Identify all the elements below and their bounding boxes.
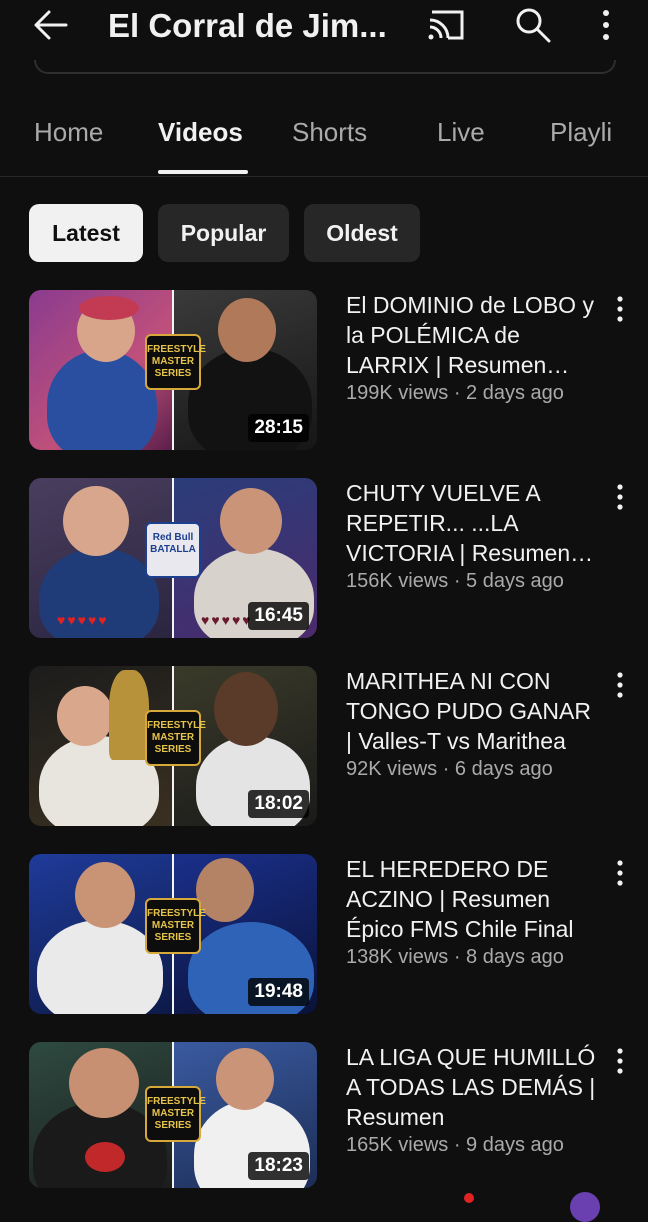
- tab-shorts[interactable]: Shorts: [292, 114, 367, 150]
- bottom-nav-edge: [0, 1188, 648, 1222]
- more-vert-icon[interactable]: [610, 670, 630, 700]
- tab-playlists[interactable]: Playli: [550, 114, 612, 150]
- cast-icon[interactable]: [426, 8, 466, 42]
- video-duration: 19:48: [248, 978, 309, 1006]
- notification-dot: [464, 1193, 474, 1203]
- video-thumbnail[interactable]: FREESTYLE MASTER SERIES 19:48: [29, 854, 317, 1014]
- video-thumbnail[interactable]: FREESTYLE MASTER SERIES 28:15: [29, 290, 317, 450]
- top-app-bar: El Corral de Jim...: [0, 0, 648, 60]
- video-info: 199K views · 2 days ago: [346, 382, 564, 404]
- lives-hearts-left: ♥♥♥♥♥: [57, 612, 109, 628]
- video-info: 138K views · 8 days ago: [346, 946, 564, 968]
- lives-hearts-right: ♥♥♥♥♥: [201, 612, 253, 628]
- fms-logo: FREESTYLE MASTER SERIES: [145, 898, 206, 954]
- video-title[interactable]: El DOMINIO de LOBO y la POLÉMICA de LARR…: [346, 290, 598, 380]
- video-item[interactable]: FREESTYLE MASTER SERIES 18:02 MARITHEA N…: [0, 666, 648, 826]
- more-vert-icon[interactable]: [610, 858, 630, 888]
- video-thumbnail[interactable]: FREESTYLE MASTER SERIES 18:02: [29, 666, 317, 826]
- more-vert-icon[interactable]: [610, 1046, 630, 1076]
- video-meta: CHUTY VUELVE A REPETIR... ...LA VICTORIA…: [346, 478, 598, 594]
- redbull-batalla-logo: Red Bull BATALLA: [145, 522, 201, 578]
- video-duration: 18:02: [248, 790, 309, 818]
- video-title[interactable]: MARITHEA NI CON TONGO PUDO GANAR | Valle…: [346, 666, 598, 756]
- fms-logo: FREESTYLE MASTER SERIES: [145, 710, 206, 766]
- video-title[interactable]: LA LIGA QUE HUMILLÓ A TODAS LAS DEMÁS | …: [346, 1042, 598, 1132]
- video-info: 165K views · 9 days ago: [346, 1134, 564, 1156]
- fms-logo: FREESTYLE MASTER SERIES: [145, 1086, 206, 1142]
- tab-live[interactable]: Live: [437, 114, 485, 150]
- video-thumbnail[interactable]: Red Bull BATALLA ♥♥♥♥♥ ♥♥♥♥♥ 16:45: [29, 478, 317, 638]
- filter-chip-oldest[interactable]: Oldest: [304, 204, 420, 262]
- video-info: 156K views · 5 days ago: [346, 570, 564, 592]
- tab-home[interactable]: Home: [34, 114, 103, 150]
- video-item[interactable]: FREESTYLE MASTER SERIES 18:23 LA LIGA QU…: [0, 1042, 648, 1202]
- fms-logo: FREESTYLE MASTER SERIES: [145, 334, 206, 390]
- video-duration: 18:23: [248, 1152, 309, 1180]
- video-item[interactable]: FREESTYLE MASTER SERIES 19:48 EL HEREDER…: [0, 854, 648, 1014]
- video-thumbnail[interactable]: FREESTYLE MASTER SERIES 18:23: [29, 1042, 317, 1188]
- video-title[interactable]: CHUTY VUELVE A REPETIR... ...LA VICTORIA…: [346, 478, 598, 568]
- channel-title: El Corral de Jim...: [108, 7, 387, 44]
- avatar[interactable]: [570, 1192, 600, 1222]
- video-meta: EL HEREDERO DE ACZINO | Resumen Épico FM…: [346, 854, 598, 970]
- video-item[interactable]: FREESTYLE MASTER SERIES 28:15 El DOMINIO…: [0, 290, 648, 450]
- more-vert-icon[interactable]: [610, 482, 630, 512]
- video-info: 92K views · 6 days ago: [346, 758, 553, 780]
- search-icon[interactable]: [514, 6, 552, 44]
- video-meta: LA LIGA QUE HUMILLÓ A TODAS LAS DEMÁS | …: [346, 1042, 598, 1158]
- video-duration: 16:45: [248, 602, 309, 630]
- active-tab-indicator: [158, 170, 248, 174]
- more-vert-icon[interactable]: [610, 294, 630, 324]
- video-item[interactable]: Red Bull BATALLA ♥♥♥♥♥ ♥♥♥♥♥ 16:45 CHUTY…: [0, 478, 648, 638]
- more-vert-icon[interactable]: [594, 8, 618, 42]
- video-meta: MARITHEA NI CON TONGO PUDO GANAR | Valle…: [346, 666, 598, 782]
- filter-chip-latest[interactable]: Latest: [29, 204, 143, 262]
- arrow-left-icon[interactable]: [32, 6, 70, 44]
- video-meta: El DOMINIO de LOBO y la POLÉMICA de LARR…: [346, 290, 598, 406]
- channel-tabs: Home Videos Shorts Live Playli: [0, 100, 648, 177]
- video-title[interactable]: EL HEREDERO DE ACZINO | Resumen Épico FM…: [346, 854, 598, 944]
- video-duration: 28:15: [248, 414, 309, 442]
- header-card-edge: [34, 60, 616, 74]
- tab-videos[interactable]: Videos: [158, 114, 243, 150]
- filter-chip-popular[interactable]: Popular: [158, 204, 289, 262]
